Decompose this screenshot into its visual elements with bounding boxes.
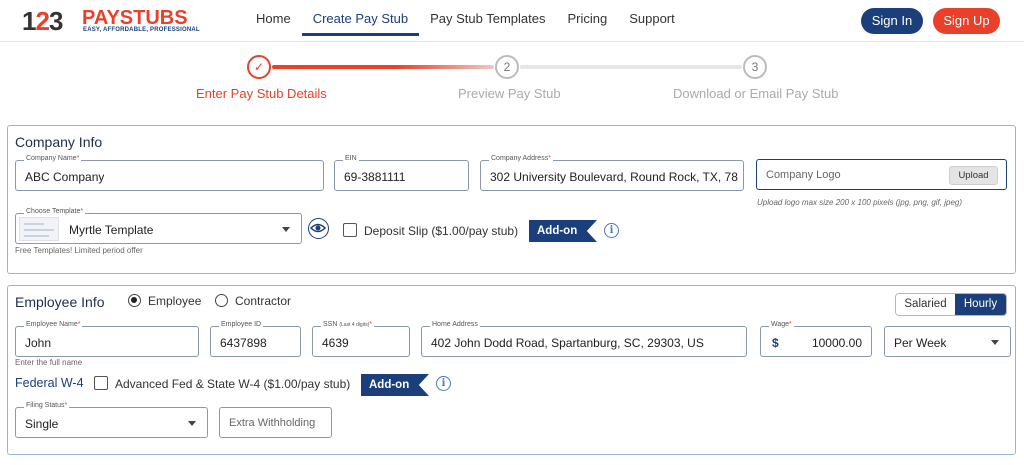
advanced-w4-checkbox[interactable]	[94, 376, 108, 390]
deposit-addon-badge: Add-on	[529, 220, 597, 242]
ein-value: 69-3881111	[344, 170, 406, 184]
upload-button[interactable]: Upload	[949, 166, 998, 185]
step-2-circle: 2	[495, 55, 519, 79]
hourly-toggle-option[interactable]: Hourly	[955, 294, 1006, 315]
advanced-w4-addon-badge: Add-on	[361, 374, 429, 396]
sign-up-button[interactable]: Sign Up	[933, 8, 1000, 34]
preview-eye-icon[interactable]	[308, 218, 329, 239]
company-logo-field[interactable]: Company Logo Upload	[756, 159, 1007, 190]
step-3-circle: 3	[743, 55, 767, 79]
advanced-w4-info-icon[interactable]: i	[436, 376, 451, 391]
federal-w4-title: Federal W-4	[15, 376, 84, 390]
employee-radio-label: Employee	[148, 294, 202, 308]
company-address-value: 302 University Boulevard, Round Rock, TX…	[490, 170, 738, 184]
top-header: 123 PAYSTUBS EASY, AFFORDABLE, PROFESSIO…	[0, 0, 1024, 42]
company-logo-placeholder: Company Logo	[766, 169, 841, 181]
chevron-down-icon	[282, 227, 290, 232]
contractor-radio[interactable]	[215, 294, 228, 307]
employee-id-value: 6437898	[220, 336, 267, 350]
deposit-info-icon[interactable]: i	[604, 223, 619, 238]
filing-status-select[interactable]: Filing Status* Single	[15, 402, 208, 438]
company-address-field[interactable]: Company Address* 302 University Boulevar…	[480, 155, 744, 191]
logo-upload-hint: Upload logo max size 200 x 100 pixels (j…	[757, 198, 963, 207]
wage-field[interactable]: Wage* $ 10000.00	[760, 321, 872, 357]
template-thumbnail	[19, 217, 59, 241]
company-name-value: ABC Company	[25, 170, 105, 184]
deposit-slip-label: Deposit Slip ($1.00/pay stub)	[364, 224, 519, 238]
home-address-value: 402 John Dodd Road, Spartanburg, SC, 293…	[431, 336, 704, 350]
step-2-label: Preview Pay Stub	[458, 86, 561, 101]
logo-tagline: EASY, AFFORDABLE, PROFESSIONAL	[83, 27, 200, 33]
nav-create-pay-stub[interactable]: Create Pay Stub	[301, 0, 420, 42]
template-value: Myrtle Template	[69, 223, 154, 237]
extra-withholding-placeholder: Extra Withholding	[229, 417, 316, 429]
sign-in-button[interactable]: Sign In	[861, 8, 923, 34]
chevron-down-icon	[991, 340, 999, 345]
employee-name-hint: Enter the full name	[15, 358, 83, 367]
company-name-field[interactable]: Company Name* ABC Company	[15, 155, 324, 191]
choose-template-select[interactable]: Choose Template* Myrtle Template	[15, 208, 302, 244]
step-1-label: Enter Pay Stub Details	[196, 86, 327, 101]
pay-period-value: Per Week	[894, 336, 947, 350]
extra-withholding-field[interactable]: Extra Withholding	[219, 407, 332, 438]
nav-support[interactable]: Support	[618, 0, 686, 42]
employee-id-field[interactable]: Employee ID 6437898	[210, 321, 301, 357]
template-hint: Free Templates! Limited period offer	[15, 246, 143, 255]
wage-currency: $	[772, 336, 779, 350]
wage-value: 10000.00	[811, 336, 862, 350]
step-progress-line-1	[272, 65, 494, 69]
salaried-toggle-option[interactable]: Salaried	[896, 294, 955, 315]
nav-pricing[interactable]: Pricing	[556, 0, 618, 42]
employee-name-value: John	[25, 336, 52, 350]
step-1-check-icon: ✓	[247, 55, 271, 79]
nav-pay-stub-templates[interactable]: Pay Stub Templates	[419, 0, 556, 42]
step-3-label: Download or Email Pay Stub	[673, 86, 839, 101]
deposit-slip-checkbox[interactable]	[343, 223, 357, 237]
chevron-down-icon	[188, 421, 196, 426]
ssn-field[interactable]: SSN (Last 4 digits)* 4639	[312, 321, 410, 357]
contractor-radio-label: Contractor	[235, 294, 292, 308]
company-info-title: Company Info	[15, 134, 103, 150]
employee-name-field[interactable]: Employee Name* John	[15, 321, 199, 357]
filing-status-value: Single	[25, 417, 59, 431]
employee-radio[interactable]	[128, 294, 141, 307]
main-nav: Home Create Pay Stub Pay Stub Templates …	[245, 0, 686, 42]
ssn-value: 4639	[322, 336, 349, 350]
advanced-w4-label: Advanced Fed & State W-4 ($1.00/pay stub…	[115, 377, 351, 391]
pay-type-toggle: Salaried Hourly	[895, 293, 1007, 316]
step-progress-line-2	[520, 65, 742, 69]
logo-number: 123	[22, 6, 63, 36]
home-address-field[interactable]: Home Address 402 John Dodd Road, Spartan…	[421, 321, 747, 357]
ein-field[interactable]: EIN 69-3881111	[334, 155, 469, 191]
employee-info-title: Employee Info	[15, 294, 105, 310]
pay-period-select[interactable]: Per Week	[884, 326, 1011, 357]
nav-home[interactable]: Home	[245, 0, 302, 42]
